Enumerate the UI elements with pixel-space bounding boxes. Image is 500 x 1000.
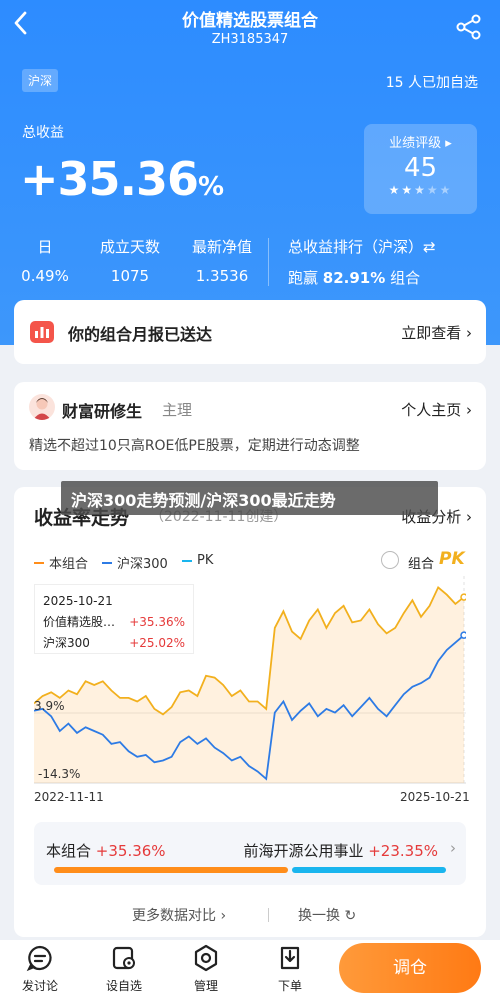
author-avatar[interactable]: [29, 394, 55, 420]
pk-badge[interactable]: PK: [439, 549, 465, 569]
compare-portfolio: 本组合 +35.36%: [46, 842, 166, 860]
chevron-right-icon: ›: [450, 839, 456, 857]
x-tick-label: 2022-11-11: [34, 790, 104, 804]
pk-compare-box[interactable]: 本组合 +35.36% 前海开源公用事业 +23.35% ›: [34, 822, 466, 885]
legend-portfolio: 本组合: [34, 553, 88, 572]
tooltip-row2-name: 沪深300: [43, 636, 90, 650]
watchlist-settings-icon: [112, 946, 135, 970]
stat-daily: 日 0.49%: [21, 238, 69, 285]
stat-days: 成立天数 1075: [99, 238, 160, 285]
hero-panel: 价值精选股票组合 ZH3185347 沪深 15 人已加自选 总收益 +35.3…: [0, 0, 500, 345]
rebalance-button[interactable]: 调仓: [339, 943, 481, 993]
monthly-report-card[interactable]: 你的组合月报已送达 立即查看 ›: [14, 300, 486, 364]
author-card: 财富研修生 主理 个人主页 › 精选不超过10只高ROE低PE股票，定期进行动态…: [14, 382, 486, 470]
y-tick-label: -14.3%: [38, 767, 81, 781]
compare-bar-fund: [292, 867, 446, 873]
compare-bar-portfolio: [54, 867, 288, 873]
swap-button[interactable]: 换一换 ↻: [298, 905, 356, 925]
follower-count: 15 人已加自选: [385, 75, 478, 91]
hs300-end-point: [460, 631, 466, 639]
more-comparison-link[interactable]: 更多数据对比 ›: [132, 905, 226, 925]
market-tag: 沪深: [22, 69, 59, 92]
divider: [268, 908, 269, 922]
order-download-icon: [280, 946, 300, 970]
legend-hs300: 沪深300: [102, 553, 168, 572]
legend-pk: PK: [182, 553, 213, 568]
page-title: 价值精选股票组合: [182, 11, 318, 31]
return-rank[interactable]: 总收益排行（沪深）⇄ 跑赢 82.91% 组合: [288, 236, 436, 288]
portfolio-code: ZH3185347: [211, 32, 289, 47]
view-report-link[interactable]: 立即查看 ›: [401, 322, 472, 343]
pk-label: 组合: [408, 557, 435, 572]
report-text: 你的组合月报已送达: [68, 325, 213, 344]
caption-overlay: 沪深300走势预测/沪深300最近走势: [61, 481, 438, 515]
portfolio-end-point: [460, 593, 466, 601]
tooltip-date: 2025-10-21: [43, 594, 113, 608]
rating-stars: ★★★★★: [388, 183, 453, 197]
discuss-icon: [26, 945, 52, 972]
nav-discuss[interactable]: 发讨论: [12, 944, 68, 994]
total-return-value: +35.36%: [20, 152, 224, 206]
profile-link[interactable]: 个人主页 ›: [401, 399, 472, 420]
stat-nav: 最新净值 1.3536: [191, 238, 252, 285]
nav-place-order[interactable]: 下单: [262, 944, 318, 994]
author-role: 主理: [162, 401, 193, 419]
performance-rating-card[interactable]: 业绩评级 ▸ 45 ★★★★★: [364, 124, 477, 214]
stat-divider: [268, 238, 269, 286]
tooltip-row2-value: +25.02%: [129, 636, 185, 650]
share-icon[interactable]: [456, 14, 482, 40]
chart-tooltip: 2025-10-21 价值精选股… +35.36% 沪深300 +25.02%: [34, 584, 194, 654]
rating-label: 业绩评级 ▸: [389, 136, 452, 151]
y-tick-label: 3.9%: [34, 699, 65, 713]
pk-toggle-radio[interactable]: [381, 551, 399, 569]
x-tick-label: 2025-10-21: [400, 790, 470, 804]
author-name[interactable]: 财富研修生: [62, 398, 142, 422]
total-return-label: 总收益: [22, 125, 64, 141]
nav-add-watchlist[interactable]: 设自选: [96, 944, 152, 994]
bottom-action-bar: 发讨论 设自选 管理 下单 调仓: [0, 940, 500, 1000]
tooltip-row1-name: 价值精选股…: [43, 615, 116, 629]
report-chart-icon: [30, 321, 54, 343]
tooltip-row1-value: +35.36%: [129, 615, 185, 629]
rating-score: 45: [403, 153, 438, 183]
nav-manage[interactable]: 管理: [178, 944, 234, 994]
compare-fund: 前海开源公用事业 +23.35%: [243, 842, 438, 860]
portfolio-description: 精选不超过10只高ROE低PE股票，定期进行动态调整: [29, 438, 360, 454]
manage-gear-icon: [194, 944, 218, 972]
